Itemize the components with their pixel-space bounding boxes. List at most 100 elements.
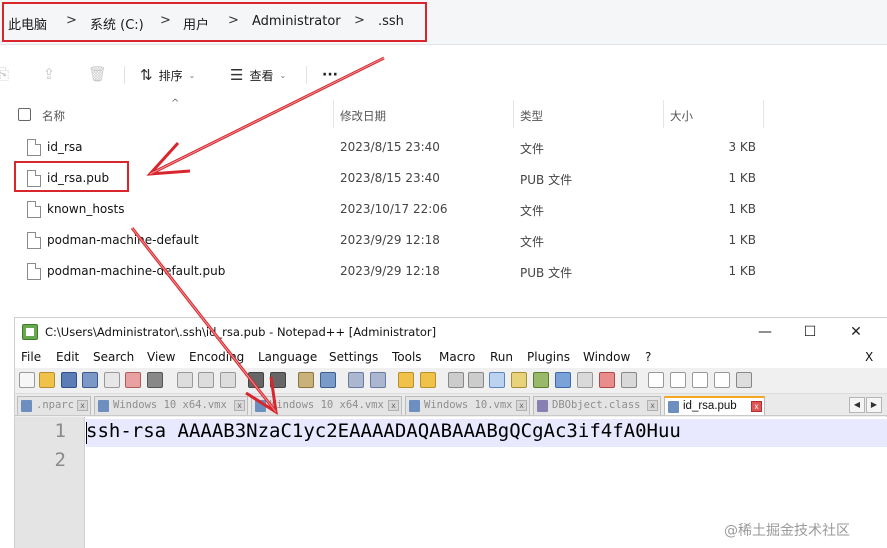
tab-windows-10-vmx[interactable]: Windows 10.vmx x (405, 396, 530, 415)
tab-label: Windows 10 x64.vmx (113, 399, 227, 411)
menu-plugins[interactable]: Plugins (527, 350, 570, 364)
save-all-icon[interactable] (82, 372, 98, 388)
file-date: 2023/8/15 23:40 (340, 171, 440, 185)
file-row[interactable]: podman-machine-default.pub 2023/9/29 12:… (0, 256, 887, 287)
share-icon[interactable]: ⇪ (40, 65, 58, 83)
save-icon[interactable] (61, 372, 77, 388)
tab-windows-10-x64-vmx[interactable]: Windows 10 x64.vmx x (94, 396, 248, 415)
menu-close-document[interactable]: X (865, 350, 873, 364)
column-divider[interactable] (513, 100, 514, 128)
menu-language[interactable]: Language (258, 350, 317, 364)
more-options-button[interactable]: ··· (322, 64, 338, 86)
close-icon[interactable]: x (234, 400, 245, 411)
select-all-checkbox[interactable] (18, 108, 31, 121)
menu-file[interactable]: File (21, 350, 41, 364)
file-size: 1 KB (728, 264, 756, 278)
cut-icon[interactable] (177, 372, 193, 388)
file-icon (27, 201, 41, 218)
column-date[interactable]: 修改日期 (340, 108, 386, 124)
close-icon[interactable]: x (647, 400, 658, 411)
file-type: 文件 (520, 235, 545, 249)
sort-button[interactable]: ⇅ 排序 ⌄ (140, 64, 195, 86)
redo-icon[interactable] (270, 372, 286, 388)
tab-label: .nparc (36, 399, 74, 411)
sync-scroll-h-icon[interactable] (420, 372, 436, 388)
function-list-icon[interactable] (555, 372, 571, 388)
file-row[interactable]: known_hosts 2023/10/17 22:06 文件 1 KB (0, 194, 887, 225)
title-bar[interactable]: C:\Users\Administrator\.ssh\id_rsa.pub -… (15, 318, 887, 346)
sort-icon: ⇅ (140, 66, 153, 84)
text-caret (86, 422, 87, 444)
menu-window[interactable]: Window (583, 350, 630, 364)
close-all-icon[interactable] (125, 372, 141, 388)
column-size[interactable]: 大小 (670, 108, 693, 124)
column-header: ^ 名称 修改日期 类型 大小 (0, 98, 887, 128)
tab-scroll-left-button[interactable]: ◀ (849, 397, 865, 413)
tab-nparc[interactable]: .nparc x (17, 396, 91, 415)
open-file-icon[interactable] (39, 372, 55, 388)
close-icon[interactable]: x (77, 400, 88, 411)
file-explorer: 此电脑 > 系统 (C:) > 用户 > Administrator > .ss… (0, 0, 887, 300)
menu-bar: File Edit Search View Encoding Language … (15, 346, 887, 368)
undo-icon[interactable] (248, 372, 264, 388)
file-row[interactable]: id_rsa 2023/8/15 23:40 文件 3 KB (0, 132, 887, 163)
find-icon[interactable] (298, 372, 314, 388)
word-wrap-icon[interactable] (448, 372, 464, 388)
document-map-icon[interactable] (533, 372, 549, 388)
close-icon[interactable]: x (751, 401, 762, 412)
menu-edit[interactable]: Edit (56, 350, 79, 364)
column-divider[interactable] (333, 100, 334, 128)
close-file-icon[interactable] (104, 372, 120, 388)
file-highlight-box (14, 161, 129, 192)
menu-tools[interactable]: Tools (392, 350, 422, 364)
run-macro-multiple-icon[interactable] (714, 372, 730, 388)
menu-settings[interactable]: Settings (329, 350, 378, 364)
menu-view[interactable]: View (147, 350, 175, 364)
column-divider[interactable] (763, 100, 764, 128)
show-all-chars-icon[interactable] (468, 372, 484, 388)
copy-icon[interactable]: ⎘ (0, 65, 12, 83)
play-macro-icon[interactable] (692, 372, 708, 388)
menu-help[interactable]: ? (645, 350, 651, 364)
menu-encoding[interactable]: Encoding (189, 350, 244, 364)
file-date: 2023/8/15 23:40 (340, 140, 440, 154)
tab-dbobject-class[interactable]: DBObject.class x (533, 396, 661, 415)
maximize-button[interactable]: ☐ (798, 321, 822, 343)
copy-icon[interactable] (198, 372, 214, 388)
folder-workspace-icon[interactable] (577, 372, 593, 388)
code-line[interactable]: ssh-rsa AAAAB3NzaC1yc2EAAAADAQABAAABgQCg… (86, 420, 681, 442)
sync-scroll-v-icon[interactable] (398, 372, 414, 388)
tab-windows-10-x64-vmx-2[interactable]: Windows 10 x64.vmx x (251, 396, 402, 415)
monitoring-icon[interactable] (599, 372, 615, 388)
replace-icon[interactable] (320, 372, 336, 388)
file-row[interactable]: podman-machine-default 2023/9/29 12:18 文… (0, 225, 887, 256)
save-macro-icon[interactable] (736, 372, 752, 388)
close-button[interactable]: ✕ (844, 321, 868, 343)
view-icon[interactable] (621, 372, 637, 388)
file-row[interactable]: id_rsa.pub 2023/8/15 23:40 PUB 文件 1 KB (0, 163, 887, 194)
record-macro-icon[interactable] (648, 372, 664, 388)
tab-id-rsa-pub[interactable]: id_rsa.pub x (664, 396, 765, 415)
column-type[interactable]: 类型 (520, 108, 543, 124)
column-name[interactable]: 名称 (42, 108, 65, 124)
zoom-out-icon[interactable] (370, 372, 386, 388)
define-language-icon[interactable] (511, 372, 527, 388)
close-icon[interactable]: x (388, 400, 399, 411)
indent-guide-icon[interactable] (489, 372, 505, 388)
print-icon[interactable] (147, 372, 163, 388)
file-icon (255, 400, 266, 412)
minimize-button[interactable]: — (753, 321, 777, 343)
tab-label: id_rsa.pub (683, 400, 737, 412)
stop-macro-icon[interactable] (670, 372, 686, 388)
paste-icon[interactable] (220, 372, 236, 388)
tab-scroll-right-button[interactable]: ▶ (866, 397, 882, 413)
menu-macro[interactable]: Macro (439, 350, 475, 364)
menu-search[interactable]: Search (93, 350, 134, 364)
delete-icon[interactable]: 🗑 (88, 65, 107, 83)
zoom-in-icon[interactable] (348, 372, 364, 388)
column-divider[interactable] (663, 100, 664, 128)
new-file-icon[interactable] (19, 372, 35, 388)
view-button[interactable]: ☰ 查看 ⌄ (230, 64, 286, 86)
menu-run[interactable]: Run (490, 350, 513, 364)
close-icon[interactable]: x (516, 400, 527, 411)
